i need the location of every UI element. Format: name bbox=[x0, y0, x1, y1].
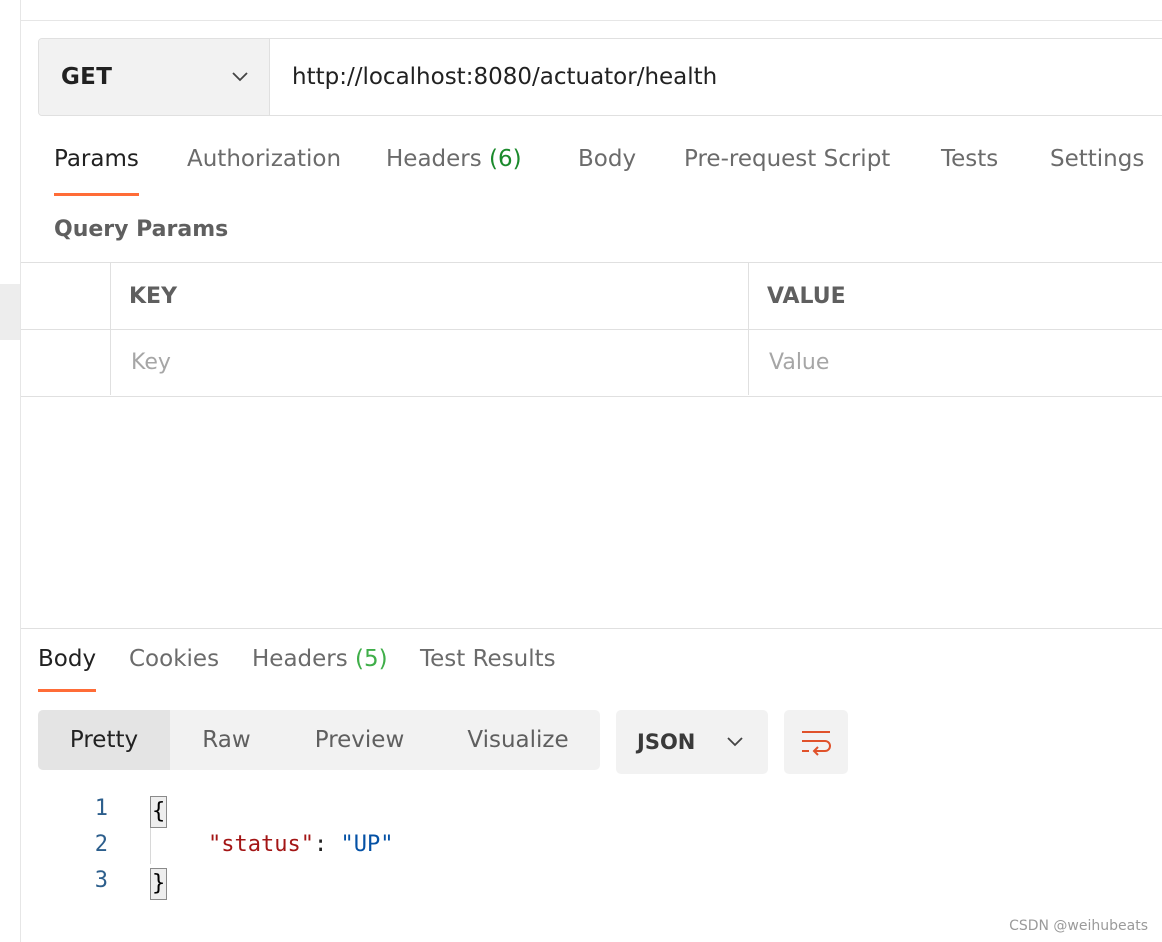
url-input[interactable] bbox=[270, 39, 1162, 115]
line-number: 2 bbox=[94, 832, 108, 857]
tab-label: Pre-request Script bbox=[684, 146, 891, 172]
view-pretty-button[interactable]: Pretty bbox=[38, 710, 170, 770]
gutter-marker bbox=[0, 284, 20, 340]
view-visualize-button[interactable]: Visualize bbox=[436, 710, 600, 770]
view-preview-button[interactable]: Preview bbox=[283, 710, 436, 770]
code-text: { bbox=[150, 796, 168, 828]
query-params-table: KEY VALUE bbox=[21, 262, 1162, 397]
format-label: JSON bbox=[637, 730, 696, 754]
select-column-header bbox=[21, 263, 111, 329]
tab-settings[interactable]: Settings bbox=[1050, 146, 1144, 172]
line-number: 3 bbox=[94, 868, 108, 893]
row-select-cell bbox=[21, 329, 111, 395]
response-code-viewer[interactable]: 1 { 2 "status": "UP" 3 } bbox=[60, 792, 660, 912]
close-brace: } bbox=[150, 868, 168, 900]
response-tab-headers[interactable]: Headers (5) bbox=[252, 646, 388, 672]
tab-label: Tests bbox=[941, 146, 999, 172]
json-colon: : bbox=[313, 832, 341, 857]
tab-label: Test Results bbox=[420, 646, 556, 672]
key-column-label: KEY bbox=[129, 283, 178, 309]
tab-label: Body bbox=[38, 646, 97, 672]
code-text: } bbox=[150, 868, 168, 900]
table-row bbox=[21, 329, 1162, 395]
watermark: CSDN @weihubeats bbox=[1009, 918, 1148, 934]
param-key-input[interactable] bbox=[129, 348, 691, 376]
tab-headers[interactable]: Headers (6) bbox=[386, 146, 522, 172]
tab-tests[interactable]: Tests bbox=[941, 146, 998, 172]
code-line: 1 { bbox=[60, 796, 660, 832]
key-cell bbox=[111, 329, 749, 395]
code-line: 3 } bbox=[60, 868, 660, 904]
value-column-label: VALUE bbox=[767, 283, 846, 309]
chevron-down-icon bbox=[232, 72, 248, 82]
response-divider[interactable] bbox=[21, 628, 1162, 629]
request-bar: GET bbox=[38, 38, 1162, 116]
wrap-lines-button[interactable] bbox=[784, 710, 848, 774]
headers-count-badge: (6) bbox=[489, 146, 522, 172]
param-value-input[interactable] bbox=[767, 348, 1127, 376]
method-select[interactable]: GET bbox=[39, 39, 270, 115]
chevron-down-icon bbox=[727, 737, 743, 747]
tab-label: Headers bbox=[386, 146, 482, 172]
format-select[interactable]: JSON bbox=[616, 710, 768, 774]
response-tab-test-results[interactable]: Test Results bbox=[420, 646, 556, 672]
json-key: "status" bbox=[208, 832, 314, 857]
left-gutter bbox=[0, 0, 21, 942]
tab-authorization[interactable]: Authorization bbox=[187, 146, 341, 172]
response-headers-count-badge: (5) bbox=[355, 646, 388, 672]
code-text: "status": "UP" bbox=[208, 832, 393, 857]
key-column-header: KEY bbox=[111, 263, 749, 329]
view-raw-button[interactable]: Raw bbox=[170, 710, 283, 770]
method-label: GET bbox=[61, 64, 113, 90]
tab-label: Cookies bbox=[129, 646, 220, 672]
open-brace: { bbox=[150, 796, 168, 828]
wrap-lines-icon bbox=[802, 731, 831, 756]
tab-label: Params bbox=[54, 146, 139, 172]
tab-label: Authorization bbox=[187, 146, 342, 172]
tab-label: Body bbox=[578, 146, 637, 172]
value-column-header: VALUE bbox=[749, 263, 1162, 329]
table-header-row: KEY VALUE bbox=[21, 263, 1162, 330]
active-tab-indicator bbox=[38, 689, 97, 692]
response-tab-cookies[interactable]: Cookies bbox=[129, 646, 219, 672]
active-tab-indicator bbox=[54, 193, 139, 196]
value-cell bbox=[749, 329, 1162, 395]
tab-label: Settings bbox=[1050, 146, 1145, 172]
json-value: "UP" bbox=[340, 832, 394, 857]
tab-body[interactable]: Body bbox=[578, 146, 636, 172]
response-tab-body[interactable]: Body bbox=[38, 646, 97, 692]
tab-pre-request-script[interactable]: Pre-request Script bbox=[684, 146, 890, 172]
query-params-title: Query Params bbox=[54, 217, 229, 242]
tab-label: Headers bbox=[252, 646, 348, 672]
line-number: 1 bbox=[94, 796, 108, 821]
code-line: 2 "status": "UP" bbox=[60, 832, 660, 868]
top-strip bbox=[21, 0, 1162, 21]
view-mode-group: Pretty Raw Preview Visualize bbox=[38, 710, 600, 770]
tab-params[interactable]: Params bbox=[54, 146, 139, 196]
